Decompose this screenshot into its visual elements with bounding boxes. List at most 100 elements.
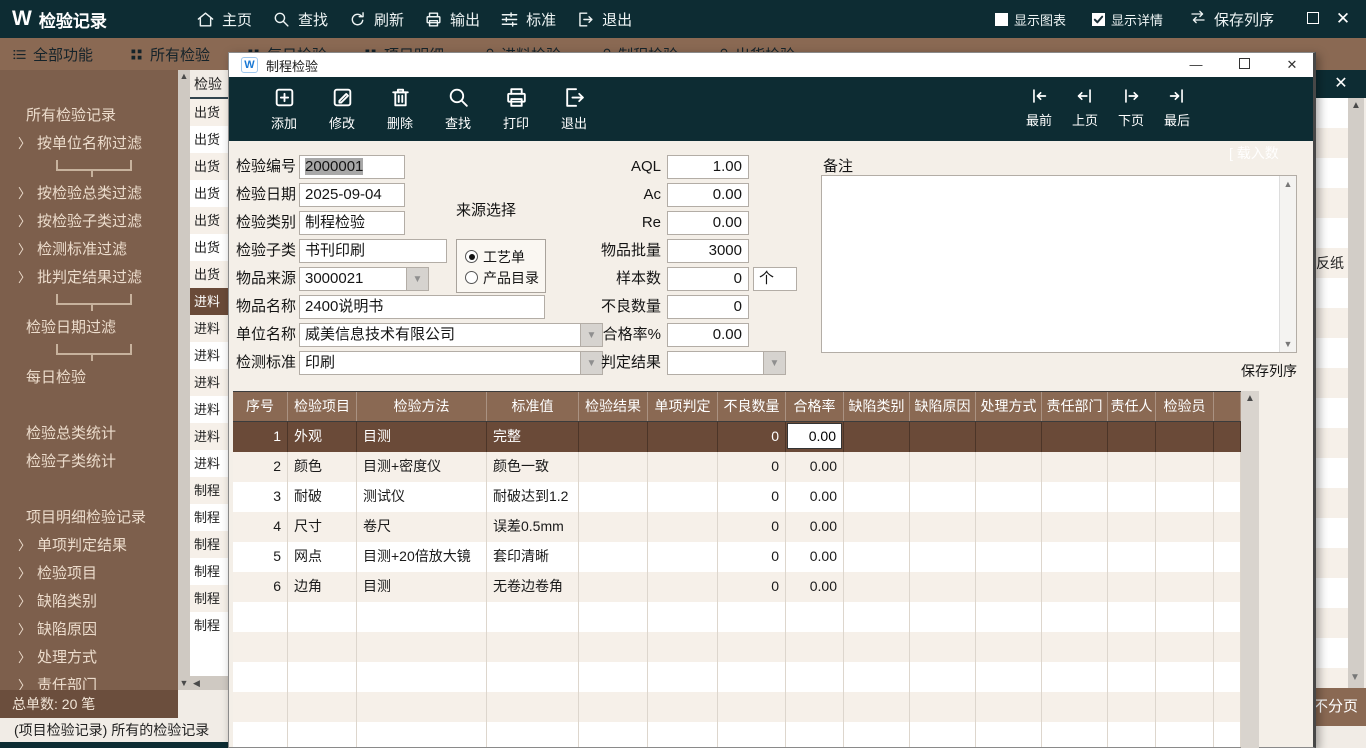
grid-cell[interactable]: 目测 (357, 572, 487, 602)
grid-cell[interactable] (357, 602, 487, 632)
field-检验日期[interactable]: 2025-09-04 (299, 183, 405, 207)
grid-cell[interactable] (976, 692, 1042, 722)
grid-cell[interactable] (1108, 482, 1156, 512)
column-header-合格率[interactable]: 合格率 (786, 392, 844, 421)
grid-cell[interactable] (1156, 602, 1214, 632)
grid-cell[interactable] (233, 632, 288, 662)
menu-item-主页[interactable]: 主页 (196, 9, 252, 30)
grid-cell[interactable] (1042, 692, 1108, 722)
toolbar-button-查找[interactable]: 查找 (429, 85, 487, 132)
show-chart-checkbox[interactable]: 显示图表 (995, 10, 1066, 29)
grid-cell[interactable]: 卷尺 (357, 512, 487, 542)
grid-cell[interactable]: 颜色 (288, 452, 357, 482)
grid-cell[interactable] (648, 632, 718, 662)
grid-cell[interactable]: 无卷边卷角 (487, 572, 579, 602)
grid-cell[interactable] (1156, 422, 1214, 452)
radio-option-产品目录[interactable]: 产品目录 (465, 267, 545, 288)
grid-cell[interactable] (1108, 452, 1156, 482)
grid-cell[interactable] (910, 692, 976, 722)
grid-cell[interactable]: 2 (233, 452, 288, 482)
grid-cell[interactable] (579, 692, 648, 722)
grid-cell[interactable]: 套印清晰 (487, 542, 579, 572)
dialog-minimize-button[interactable]: — (1189, 53, 1203, 77)
grid-cell[interactable] (648, 662, 718, 692)
grid-cell[interactable] (1108, 662, 1156, 692)
toolbar-button-修改[interactable]: 修改 (313, 85, 371, 132)
grid-cell[interactable] (844, 422, 910, 452)
table-row[interactable]: 6边角目测无卷边卷角00.00 (233, 572, 1241, 602)
sidebar-item-检验日期过滤[interactable]: 检验日期过滤 (0, 314, 178, 342)
table-row[interactable]: 3耐破测试仪耐破达到1.200.00 (233, 482, 1241, 512)
column-header-检验项目[interactable]: 检验项目 (288, 392, 357, 421)
field-物品来源[interactable]: 3000021 (299, 267, 407, 291)
nav-button-最前[interactable]: 最前 (1019, 85, 1059, 129)
grid-cell[interactable] (1108, 632, 1156, 662)
sidebar-item-处理方式[interactable]: 处理方式 (0, 644, 178, 672)
scroll-up-icon[interactable]: ▲ (1241, 393, 1259, 404)
grid-cell[interactable] (844, 632, 910, 662)
grid-cell[interactable] (1042, 452, 1108, 482)
grid-cell[interactable] (579, 572, 648, 602)
table-row[interactable] (233, 662, 1241, 692)
table-row[interactable] (233, 602, 1241, 632)
grid-cell[interactable]: 颜色一致 (487, 452, 579, 482)
column-header-标准值[interactable]: 标准值 (487, 392, 579, 421)
grid-cell[interactable] (976, 482, 1042, 512)
sidebar-item-检测标准过滤[interactable]: 检测标准过滤 (0, 236, 178, 264)
grid-cell[interactable]: 0 (718, 482, 786, 512)
grid-cell[interactable] (910, 602, 976, 632)
nav-button-下页[interactable]: 下页 (1111, 85, 1151, 129)
nav-button-最后[interactable]: 最后 (1157, 85, 1197, 129)
grid-cell[interactable] (487, 722, 579, 747)
grid-cell[interactable] (487, 632, 579, 662)
column-header-缺陷类别[interactable]: 缺陷类别 (844, 392, 910, 421)
grid-cell[interactable] (579, 722, 648, 747)
grid-cell[interactable] (233, 662, 288, 692)
sidebar-item-单项判定结果[interactable]: 单项判定结果 (0, 532, 178, 560)
table-row[interactable] (233, 692, 1241, 722)
grid-cell[interactable] (718, 662, 786, 692)
grid-cell[interactable] (233, 692, 288, 722)
menu-item-查找[interactable]: 查找 (272, 9, 328, 30)
grid-cell[interactable] (357, 662, 487, 692)
grid-cell[interactable] (648, 482, 718, 512)
tab-全部功能[interactable]: 全部功能 (12, 44, 93, 65)
grid-cell[interactable] (976, 722, 1042, 747)
menu-item-输出[interactable]: 输出 (424, 9, 480, 30)
grid-cell[interactable]: 耐破达到1.2 (487, 482, 579, 512)
grid-cell[interactable]: 0 (718, 452, 786, 482)
grid-cell[interactable] (786, 692, 844, 722)
grid-cell[interactable] (844, 602, 910, 632)
column-header-不良数量[interactable]: 不良数量 (718, 392, 786, 421)
right-panel-scrollbar[interactable]: ▲ (1348, 98, 1364, 690)
grid-cell[interactable]: 误差0.5mm (487, 512, 579, 542)
grid-cell[interactable]: 完整 (487, 422, 579, 452)
grid-cell[interactable] (1156, 482, 1214, 512)
grid-cell[interactable] (1042, 572, 1108, 602)
dropdown-button[interactable]: ▼ (764, 351, 786, 375)
grid-cell[interactable]: 网点 (288, 542, 357, 572)
grid-cell[interactable] (844, 452, 910, 482)
table-row[interactable] (233, 632, 1241, 662)
grid-cell[interactable] (487, 602, 579, 632)
grid-cell[interactable] (910, 452, 976, 482)
grid-cell[interactable] (233, 602, 288, 632)
grid-cell[interactable] (1042, 542, 1108, 572)
grid-cell[interactable] (786, 632, 844, 662)
grid-cell[interactable] (579, 632, 648, 662)
grid-cell[interactable] (1156, 632, 1214, 662)
field-检验类别[interactable]: 制程检验 (299, 211, 405, 235)
sidebar-item-按检验子类过滤[interactable]: 按检验子类过滤 (0, 208, 178, 236)
grid-cell-editor[interactable]: 0.00 (786, 422, 844, 452)
grid-cell[interactable]: 0 (718, 572, 786, 602)
show-detail-checkbox[interactable]: 显示详情 (1092, 10, 1163, 29)
field-单位名称[interactable]: 威美信息技术有限公司 (299, 323, 581, 347)
grid-cell[interactable] (844, 572, 910, 602)
grid-cell[interactable] (976, 632, 1042, 662)
grid-cell[interactable] (1156, 722, 1214, 747)
sidebar-item-按检验总类过滤[interactable]: 按检验总类过滤 (0, 180, 178, 208)
remark-textarea[interactable]: ▲ ▼ (821, 175, 1297, 353)
grid-cell[interactable] (786, 602, 844, 632)
grid-cell[interactable] (1156, 692, 1214, 722)
grid-cell[interactable] (648, 542, 718, 572)
